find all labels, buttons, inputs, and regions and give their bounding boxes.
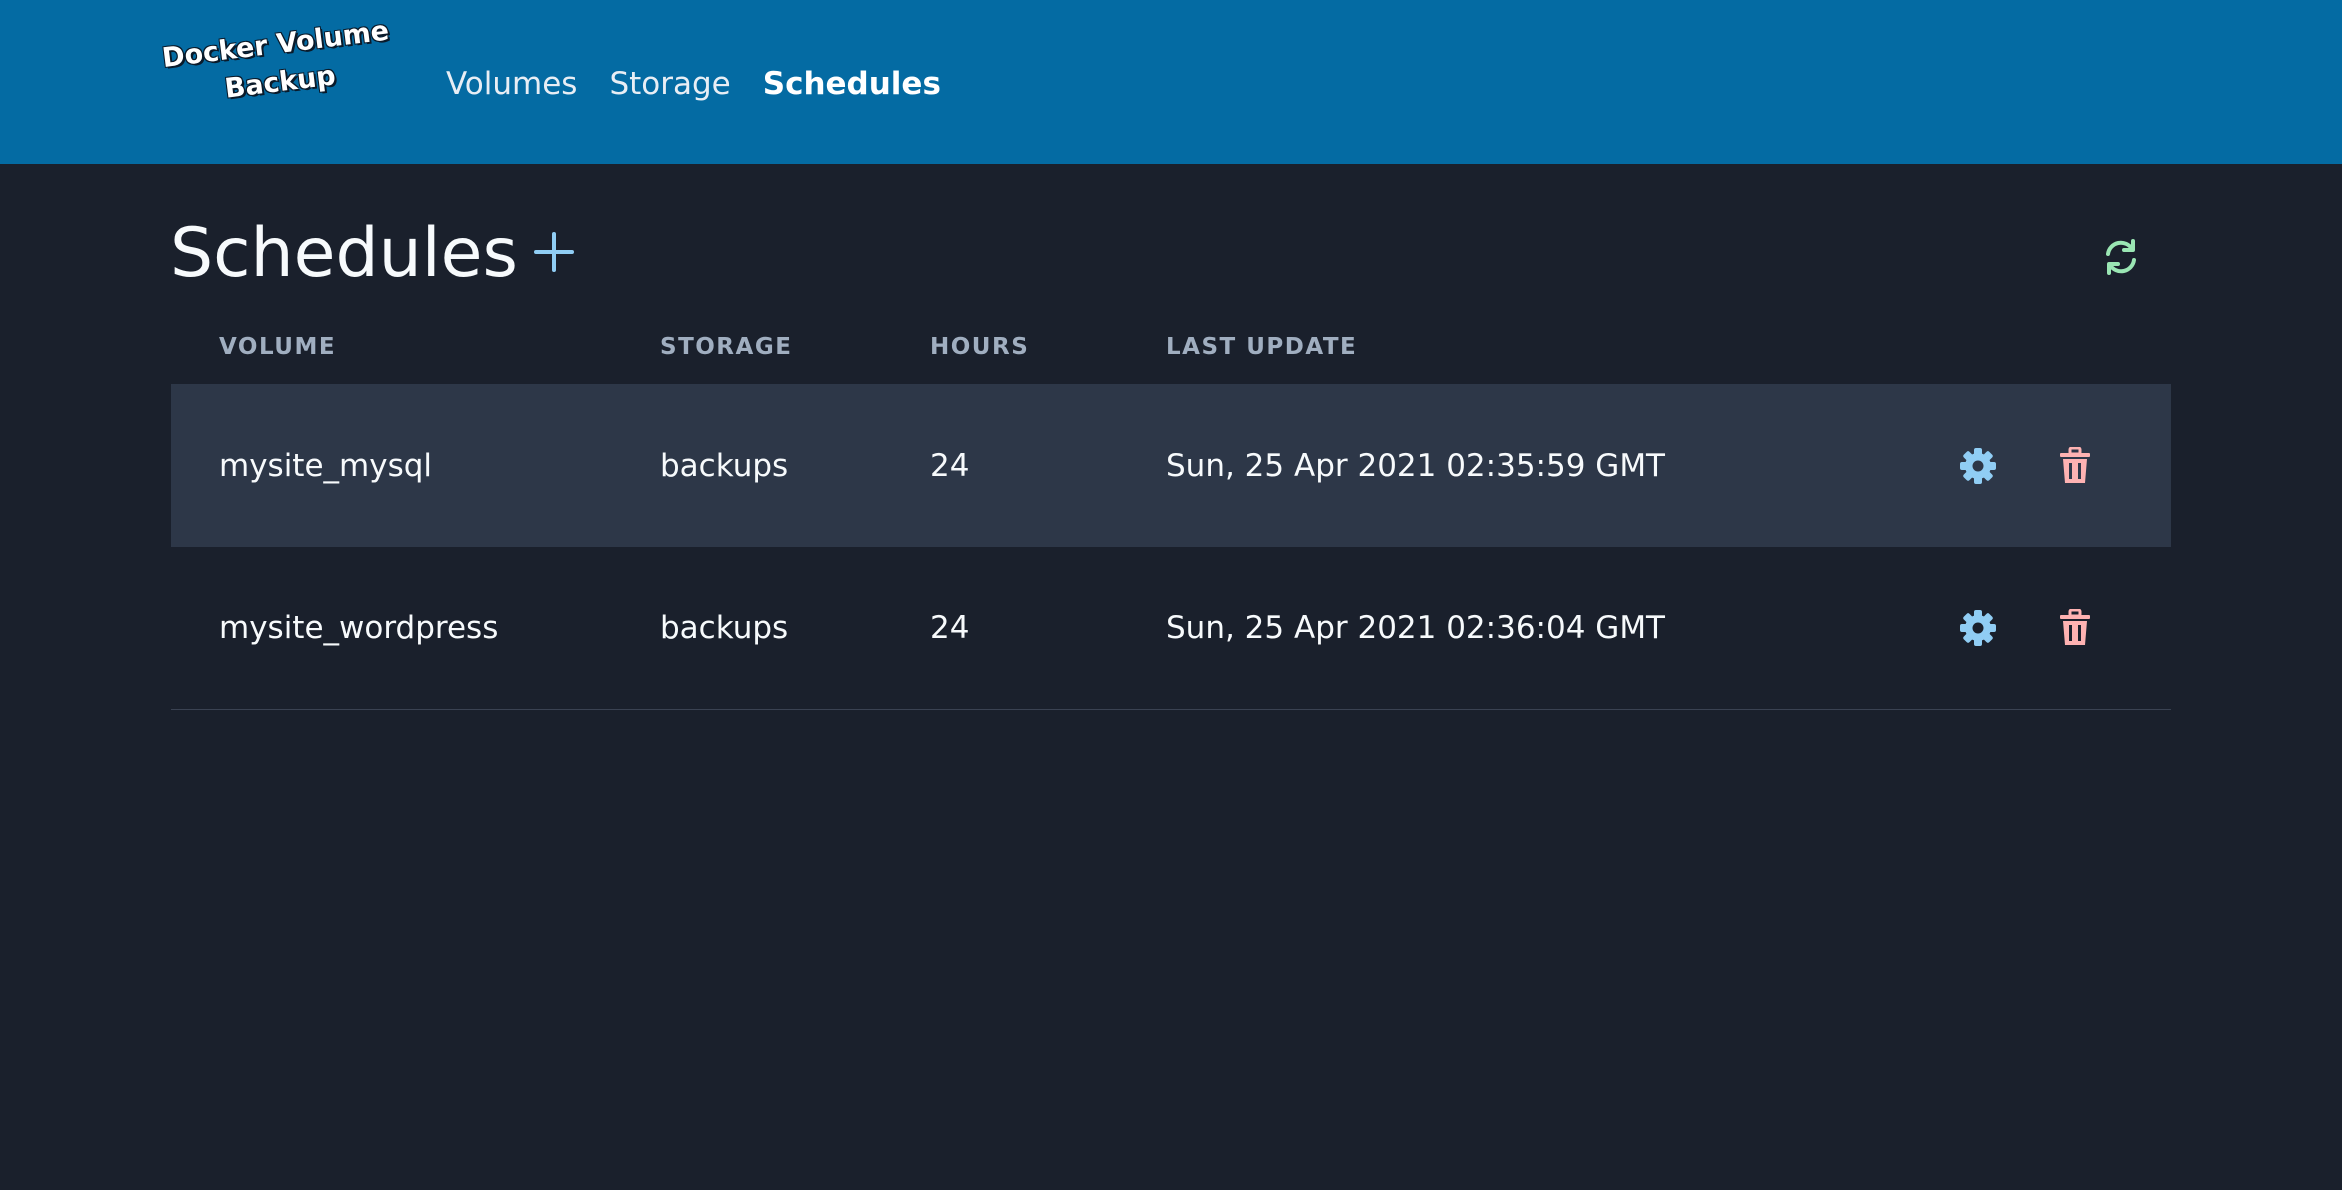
page-title: Schedules	[170, 214, 518, 293]
header-last-update: LAST UPDATE	[1166, 334, 1358, 360]
header-hours: HOURS	[930, 334, 1030, 360]
refresh-icon	[2106, 239, 2136, 275]
main-nav: Volumes Storage Schedules	[446, 58, 941, 110]
app-logo[interactable]: Docker Volume Backup	[154, 12, 406, 150]
gear-icon	[1960, 610, 1996, 646]
plus-icon	[534, 232, 574, 272]
cell-volume: mysite_wordpress	[219, 610, 499, 646]
cell-hours: 24	[930, 610, 970, 646]
delete-button[interactable]	[2054, 607, 2096, 649]
cell-volume: mysite_mysql	[219, 447, 433, 484]
refresh-button[interactable]	[2100, 236, 2142, 278]
trash-icon	[2060, 609, 2090, 645]
gear-icon	[1960, 447, 1996, 484]
navbar: Docker Volume Backup Volumes Storage Sch…	[0, 0, 2342, 164]
add-schedule-button[interactable]	[528, 226, 580, 278]
settings-button[interactable]	[1957, 607, 1999, 649]
schedules-table: VOLUME STORAGE HOURS LAST UPDATE mysite_…	[171, 320, 2171, 710]
table-header: VOLUME STORAGE HOURS LAST UPDATE	[171, 320, 2171, 384]
cell-storage: backups	[660, 610, 789, 646]
nav-item-schedules[interactable]: Schedules	[763, 66, 941, 102]
settings-button[interactable]	[1957, 445, 1999, 487]
cell-storage: backups	[660, 447, 789, 484]
cell-last-update: Sun, 25 Apr 2021 02:36:04 GMT	[1166, 610, 1665, 646]
table-row[interactable]: mysite_mysql backups 24 Sun, 25 Apr 2021…	[171, 384, 2171, 547]
nav-item-storage[interactable]: Storage	[609, 66, 730, 102]
cell-hours: 24	[930, 447, 970, 484]
table-row[interactable]: mysite_wordpress backups 24 Sun, 25 Apr …	[171, 547, 2171, 710]
delete-button[interactable]	[2054, 445, 2096, 487]
cell-last-update: Sun, 25 Apr 2021 02:35:59 GMT	[1166, 447, 1665, 484]
nav-item-volumes[interactable]: Volumes	[446, 66, 577, 102]
header-volume: VOLUME	[219, 334, 337, 360]
header-storage: STORAGE	[660, 334, 793, 360]
trash-icon	[2060, 446, 2090, 483]
